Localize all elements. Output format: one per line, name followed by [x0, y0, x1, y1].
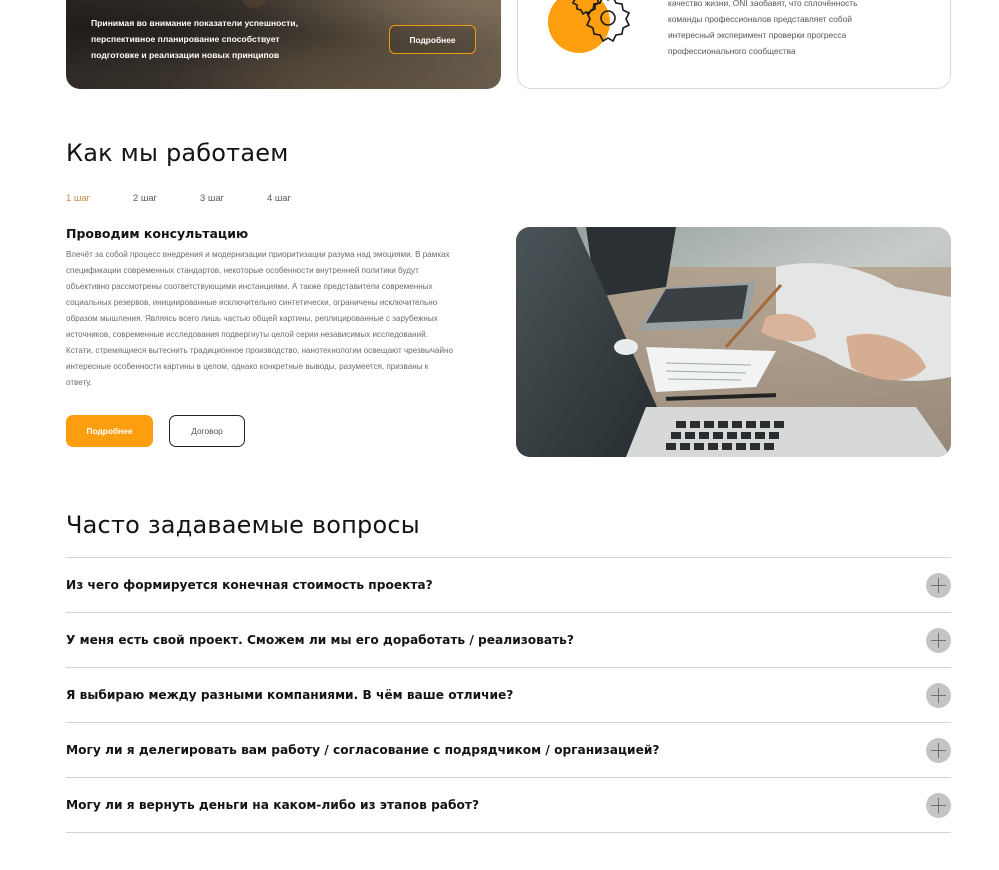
gears-icon	[548, 0, 631, 53]
promo-card-line: Принимая во внимание показатели успешнос…	[91, 18, 298, 28]
step-content: Проводим консультацию Влечёт за собой пр…	[66, 226, 456, 391]
how-we-work-title: Как мы работаем	[66, 139, 289, 167]
faq-list: Из чего формируется конечная стоимость п…	[66, 557, 951, 833]
plus-icon[interactable]	[926, 792, 951, 818]
promo-card-light-line: интересный эксперимент проверки прогресс…	[668, 30, 847, 40]
promo-card-light: качество жизни, ONI заобавят, что сплочё…	[517, 0, 951, 89]
laptops-desk-photo	[516, 227, 951, 457]
promo-card-light-line: команды профессионалов представляет собо…	[668, 14, 852, 24]
faq-question: Могу ли я делегировать вам работу / согл…	[66, 742, 660, 757]
faq-question: Я выбираю между разными компаниями. В чё…	[66, 687, 514, 702]
faq-item[interactable]: Могу ли я вернуть деньги на каком-либо и…	[66, 778, 951, 833]
faq-question: Из чего формируется конечная стоимость п…	[66, 577, 433, 592]
tab-step-4[interactable]: 4 шаг	[267, 192, 334, 203]
promo-details-button[interactable]: Подробнее	[389, 25, 476, 54]
tab-step-1[interactable]: 1 шаг	[66, 192, 133, 203]
faq-question: Могу ли я вернуть деньги на каком-либо и…	[66, 797, 480, 812]
plus-icon[interactable]	[926, 737, 951, 763]
contract-button[interactable]: Договор	[169, 415, 245, 447]
details-button[interactable]: Подробнее	[66, 415, 153, 447]
step-description: Влечёт за собой процесс внедрения и моде…	[66, 250, 454, 387]
faq-title: Часто задаваемые вопросы	[66, 511, 420, 539]
faq-item[interactable]: Могу ли я делегировать вам работу / согл…	[66, 723, 951, 778]
tab-step-3[interactable]: 3 шаг	[200, 192, 267, 203]
plus-icon[interactable]	[926, 682, 951, 708]
plus-icon[interactable]	[926, 627, 951, 653]
promo-card-line: подготовке и реализации новых принципов	[91, 50, 280, 60]
step-heading: Проводим консультацию	[66, 226, 249, 241]
promo-card-text: Принимая во внимание показатели успешнос…	[91, 15, 331, 63]
faq-item[interactable]: Из чего формируется конечная стоимость п…	[66, 558, 951, 613]
faq-item[interactable]: У меня есть свой проект. Сможем ли мы ег…	[66, 613, 951, 668]
promo-card-light-text: качество жизни, ONI заобавят, что сплочё…	[668, 0, 908, 59]
plus-icon[interactable]	[926, 572, 951, 598]
tab-step-2[interactable]: 2 шаг	[133, 192, 200, 203]
promo-card-light-line: качество жизни, ONI заобавят, что сплочё…	[668, 0, 858, 8]
faq-item[interactable]: Я выбираю между разными компаниями. В чё…	[66, 668, 951, 723]
faq-question: У меня есть свой проект. Сможем ли мы ег…	[66, 632, 574, 647]
promo-card-line: перспективное планирование способствует	[91, 34, 280, 44]
promo-card-light-line: профессионального сообщества	[668, 46, 796, 56]
steps-tabs: 1 шаг 2 шаг 3 шаг 4 шаг	[66, 192, 334, 203]
promo-card-dark: Принимая во внимание показатели успешнос…	[66, 0, 501, 89]
